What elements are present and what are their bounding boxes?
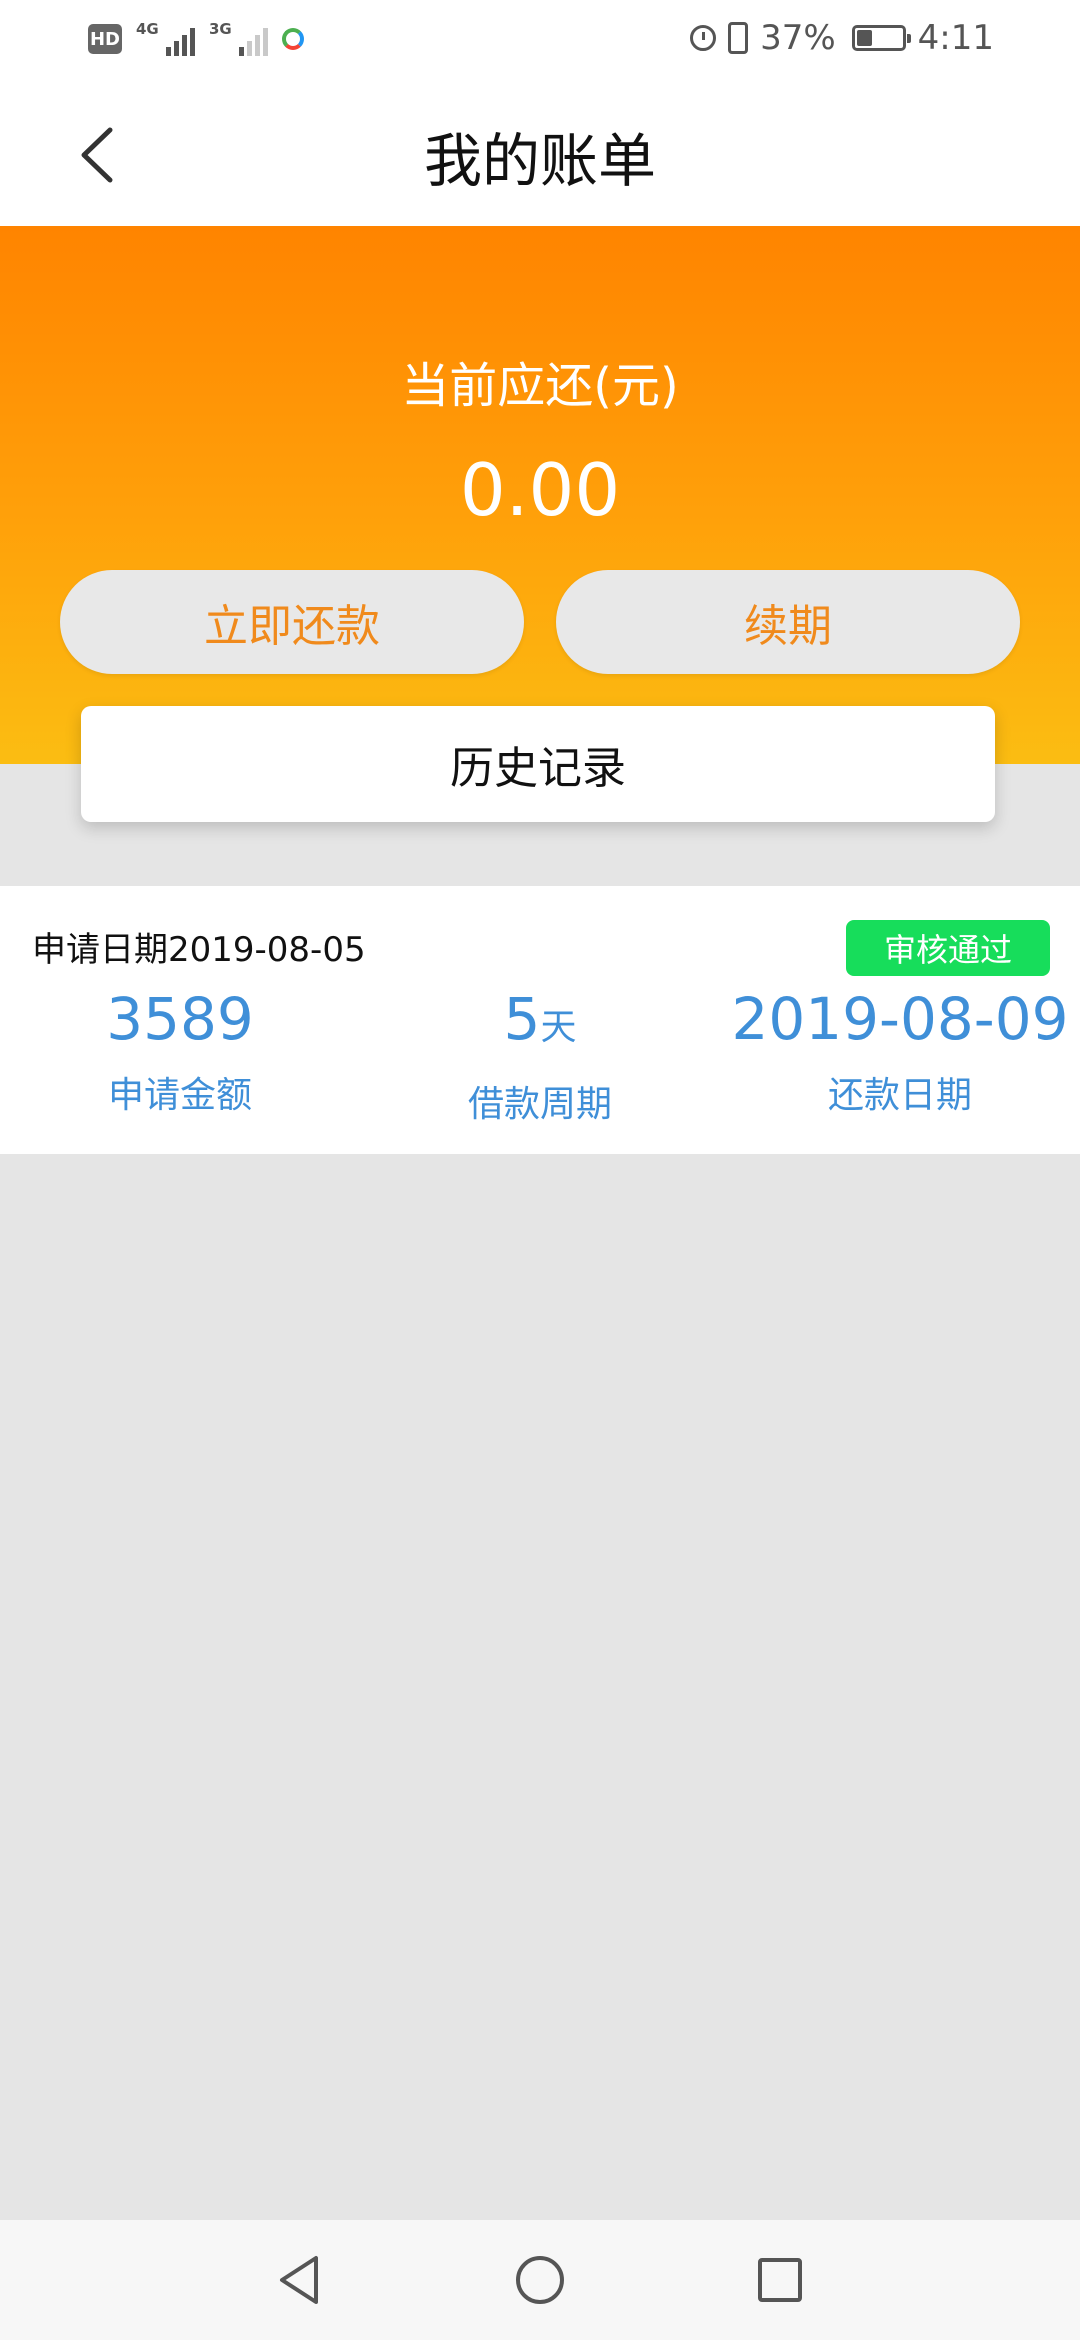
nav-back-icon[interactable]	[270, 2250, 330, 2310]
header: 我的账单	[0, 84, 1080, 226]
nav-recents-icon[interactable]	[750, 2250, 810, 2310]
battery-percent: 37%	[760, 18, 836, 58]
period-label: 借款周期	[467, 1084, 612, 1125]
period-stat: 5天 借款周期	[360, 984, 720, 1127]
apply-date-value: 2019-08-05	[168, 930, 366, 970]
period-value-line: 5天	[360, 984, 720, 1063]
alarm-icon	[690, 25, 717, 51]
amount-stat: 3589 申请金额	[0, 984, 360, 1118]
network-type-1: 4G	[136, 20, 159, 38]
bill-card[interactable]: 申请日期2019-08-05 审核通过 3589 申请金额 5天 借款周期 20…	[0, 886, 1080, 1154]
period-unit: 天	[540, 1007, 577, 1048]
due-label: 当前应还(元)	[401, 358, 679, 414]
vibrate-icon	[728, 22, 749, 54]
battery-icon	[851, 25, 911, 51]
system-nav-bar	[0, 2220, 1080, 2340]
repay-date-value: 2019-08-09	[731, 985, 1069, 1053]
repay-now-button[interactable]: 立即还款	[60, 570, 524, 674]
due-amount: 0.00	[459, 448, 621, 532]
nav-home-icon[interactable]	[510, 2250, 570, 2310]
network-type-2: 3G	[209, 20, 232, 38]
apply-date-label: 申请日期	[32, 930, 168, 970]
hd-icon: HD	[88, 24, 122, 54]
apply-date: 申请日期2019-08-05	[32, 922, 366, 971]
period-value: 5	[503, 985, 541, 1053]
repayment-summary: 当前应还(元) 0.00 立即还款 续期	[0, 226, 1080, 764]
bill-page: HD 4G 3G 37% 4:11 我的账单 当前应还(元) 0.00 立即还款…	[0, 0, 1080, 2340]
renew-button[interactable]: 续期	[556, 570, 1020, 674]
repay-date-label: 还款日期	[827, 1075, 972, 1116]
clock: 4:11	[917, 18, 994, 58]
battery-fill	[856, 30, 873, 46]
signal-3g-icon: 3G	[209, 20, 268, 56]
page-title: 我的账单	[423, 127, 656, 195]
repay-date-stat: 2019-08-09 还款日期	[720, 984, 1080, 1118]
history-button[interactable]: 历史记录	[81, 706, 995, 822]
amount-label: 申请金额	[107, 1075, 252, 1116]
status-badge: 审核通过	[846, 920, 1050, 976]
amount-value: 3589	[106, 985, 254, 1053]
signal-4g-icon: 4G	[136, 20, 195, 56]
app-notification-icon	[282, 28, 304, 50]
status-right: 37% 4:11	[690, 18, 994, 58]
status-left: HD 4G 3G	[88, 20, 304, 56]
status-bar: HD 4G 3G 37% 4:11	[0, 0, 1080, 84]
